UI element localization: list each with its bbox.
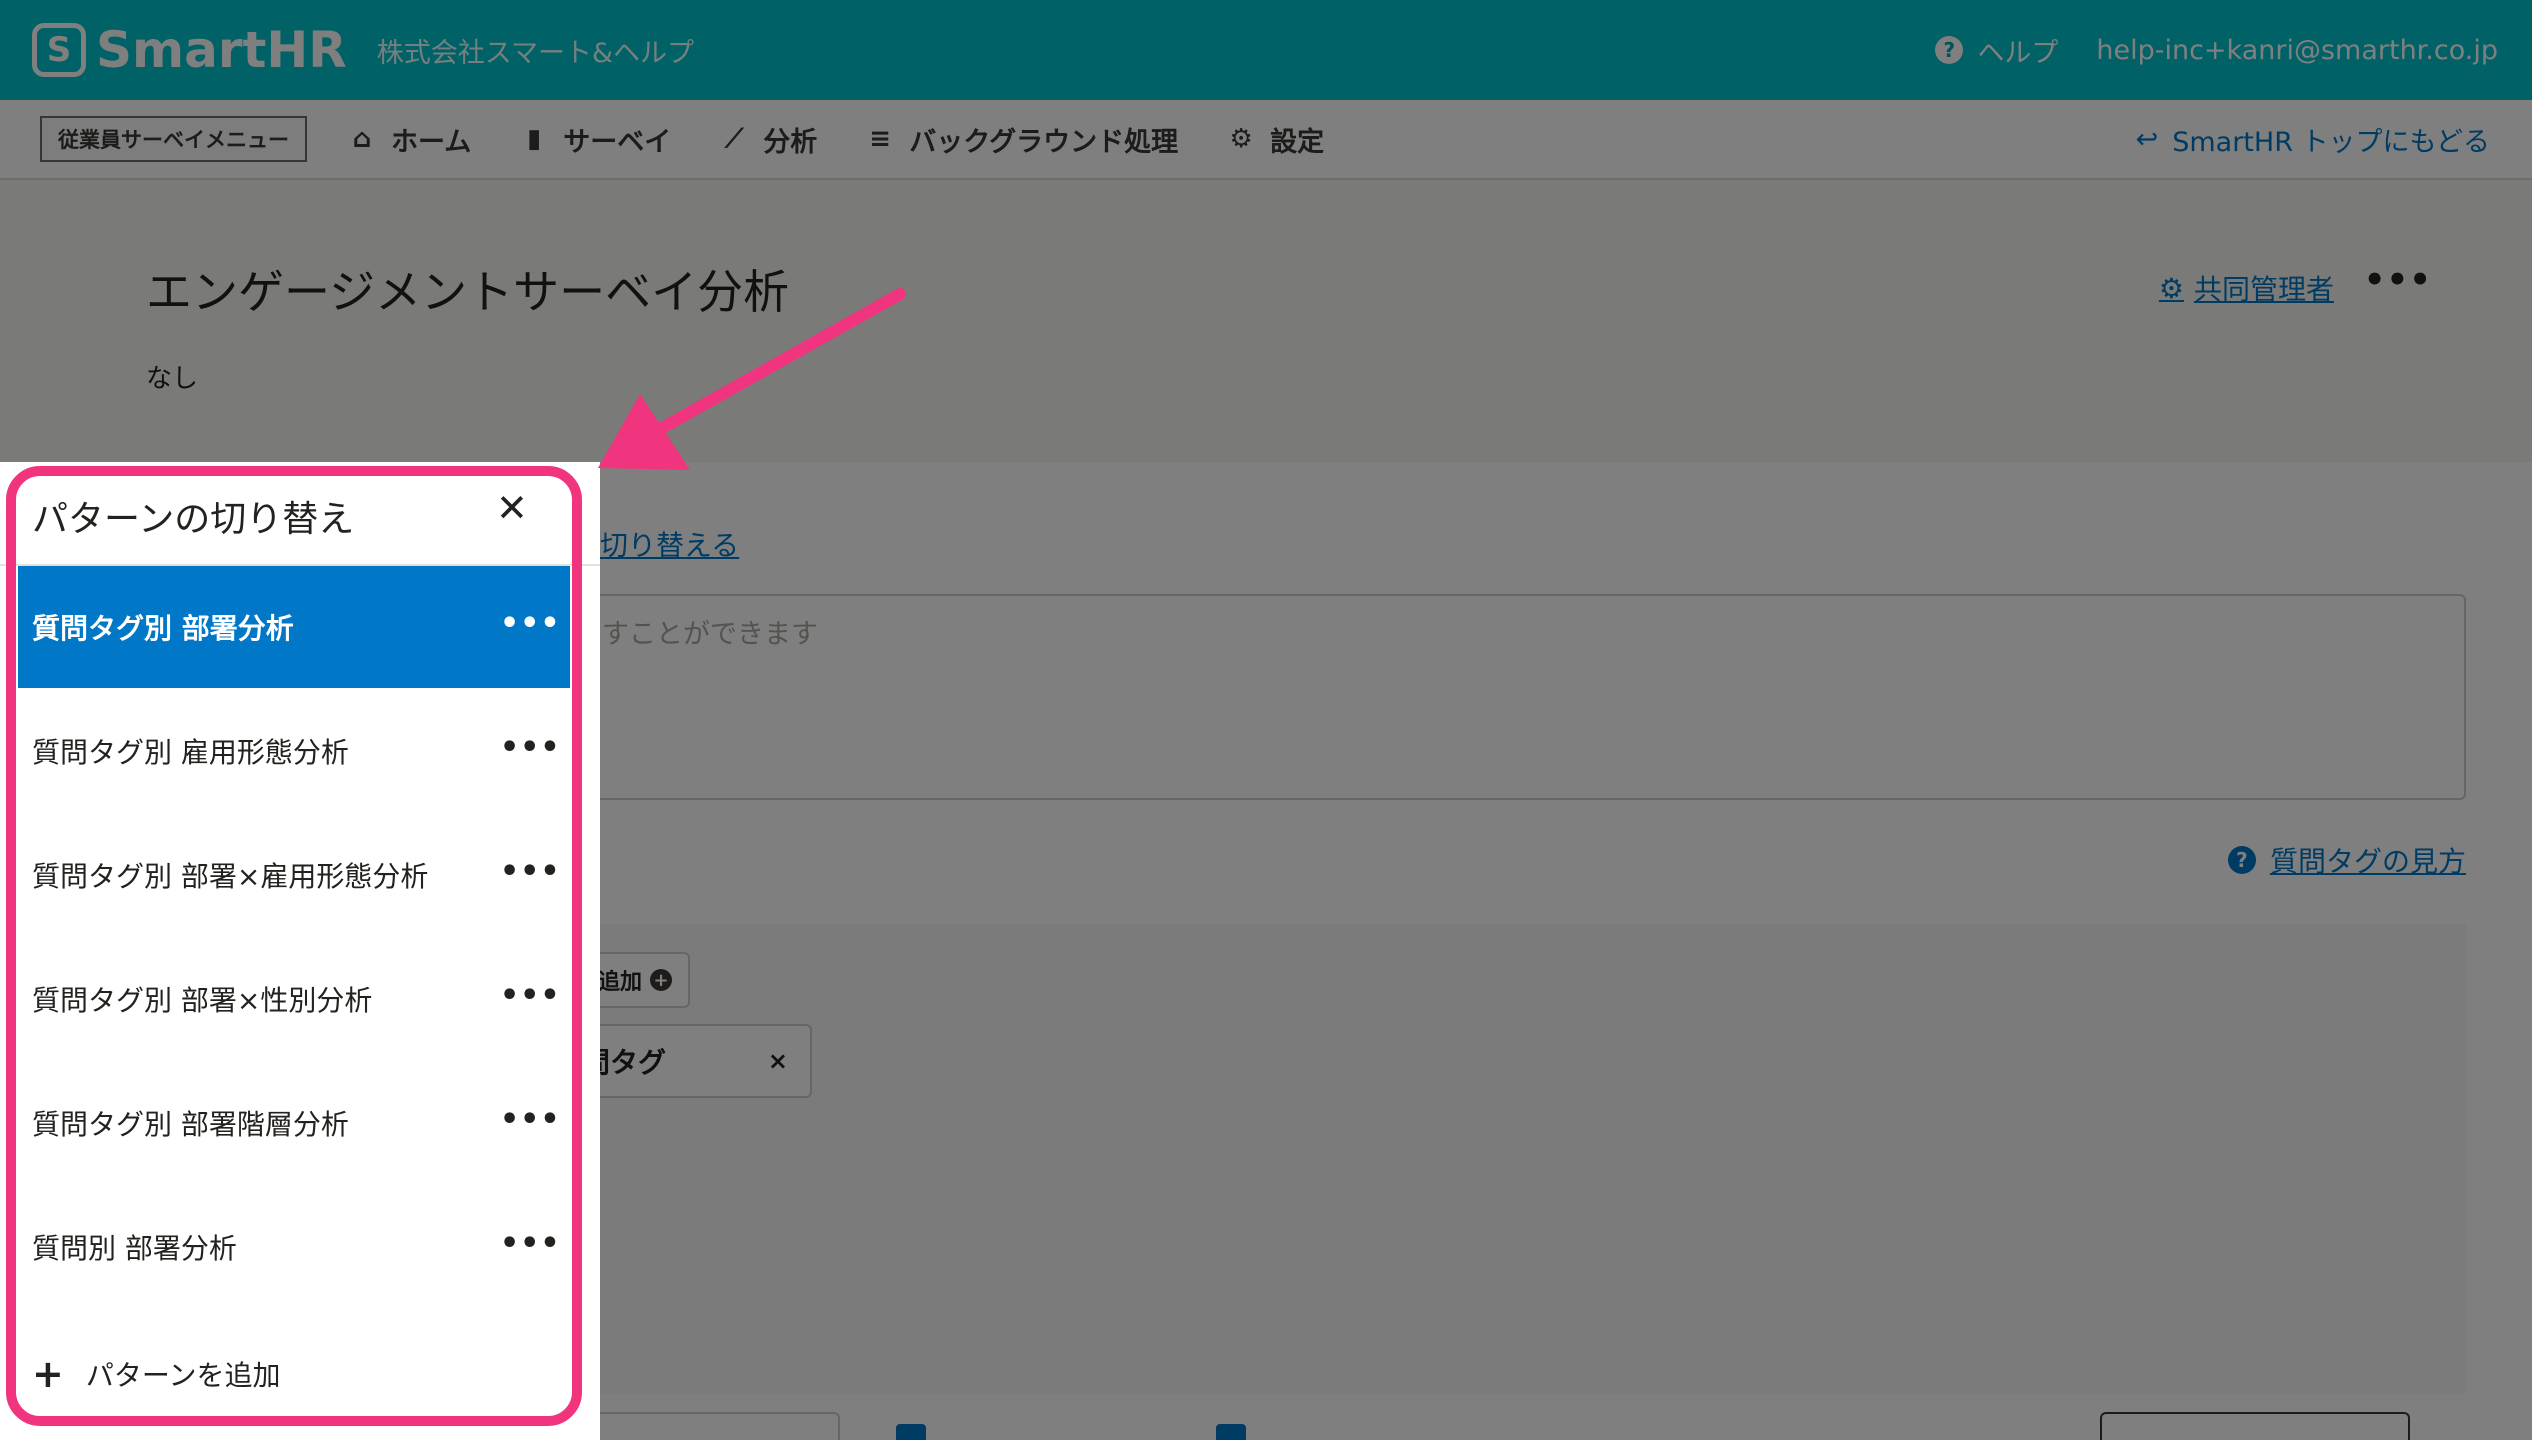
highlight-frame <box>6 466 582 1426</box>
